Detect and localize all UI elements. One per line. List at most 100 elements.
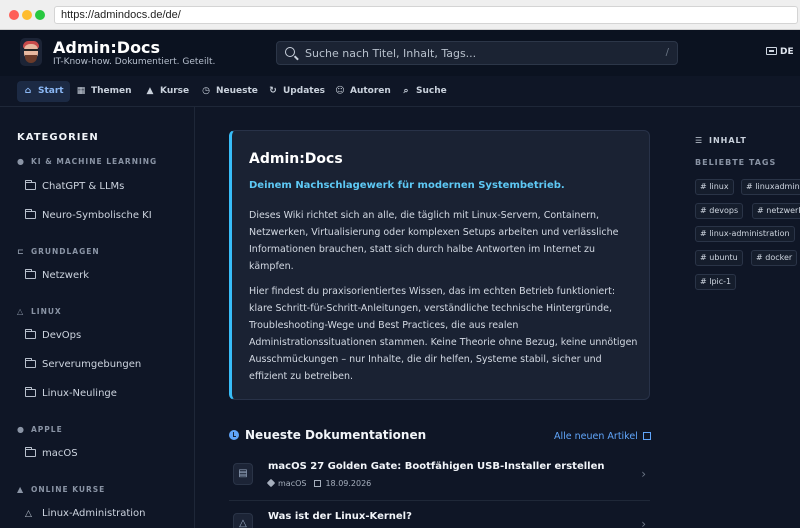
sidebar-item-netzwerk[interactable]: Netzwerk [25, 269, 90, 281]
doc-title[interactable]: macOS 27 Golden Gate: Bootfähigen USB-In… [268, 461, 605, 472]
site-header: Admin:Docs IT-Know-how. Dokumentiert. Ge… [0, 30, 800, 76]
sidebar-item-label: Linux-Neulinge [42, 388, 117, 399]
folder-icon [25, 269, 36, 279]
linux-icon: △ [25, 509, 32, 519]
close-window-button[interactable] [9, 10, 19, 20]
nav-label: Neueste [216, 86, 258, 96]
chevron-right-icon: › [641, 467, 646, 481]
course-icon: ▲ [146, 86, 154, 96]
nav-neueste[interactable]: ◷ Neueste [195, 81, 264, 102]
sidebar-item-label: macOS [42, 448, 78, 459]
category-label: GRUNDLAGEN [31, 247, 100, 256]
language-switcher[interactable]: DE [766, 47, 794, 57]
linux-icon: △ [17, 307, 25, 316]
tag-icon [266, 478, 276, 488]
nav-label: Updates [283, 86, 326, 96]
search-input[interactable]: Suche nach Titel, Inhalt, Tags... / [276, 41, 678, 65]
folder-icon [25, 387, 36, 397]
sidebar-heading: KATEGORIEN [17, 132, 99, 143]
document-icon: ▤ [233, 463, 253, 485]
maximize-window-button[interactable] [35, 10, 45, 20]
intro-lead: Deinem Nachschlagewerk für modernen Syst… [249, 180, 565, 191]
sidebar-item-label: Neuro-Symbolische KI [42, 210, 152, 221]
nav-suche[interactable]: ⌕ Suche [395, 81, 453, 102]
folder-icon [25, 358, 36, 368]
category-label: LINUX [31, 307, 62, 316]
grid-icon: ▦ [76, 86, 86, 96]
sidebar-item-label: Serverumgebungen [42, 359, 142, 370]
brain-icon: ● [17, 157, 25, 166]
doc-tag[interactable]: macOS [278, 479, 306, 488]
apple-icon: ● [17, 425, 25, 434]
folder-icon [25, 180, 36, 190]
search-shortcut-hint: / [665, 47, 669, 58]
network-icon: ⊏ [17, 247, 25, 256]
browser-chrome: https://admindocs.de/de/ [0, 0, 800, 30]
site-subtitle: IT-Know-how. Dokumentiert. Geteilt. [53, 57, 216, 67]
category-apple: ● APPLE [17, 425, 63, 434]
nav-updates[interactable]: ↻ Updates [262, 81, 331, 102]
nav-label: Suche [416, 86, 447, 96]
doc-title[interactable]: Was ist der Linux-Kernel? [268, 511, 412, 522]
tag-chip[interactable]: # devops [695, 203, 744, 219]
logo-icon[interactable] [20, 38, 42, 66]
course-icon: ▲ [17, 485, 25, 494]
category-label: ONLINE KURSE [31, 485, 106, 494]
category-ki: ● KI & MACHINE LEARNING [17, 157, 157, 166]
all-new-articles-label: Alle neuen Artikel [554, 431, 638, 442]
sidebar-item-label: ChatGPT & LLMs [42, 181, 125, 192]
intro-paragraph: Hier findest du praxisorientiertes Wisse… [249, 286, 638, 382]
nav-autoren[interactable]: ☺ Autoren [329, 81, 397, 102]
sidebar-item-neuro-symbolic[interactable]: Neuro-Symbolische KI [25, 209, 152, 221]
nav-label: Themen [91, 86, 132, 96]
tag-chip[interactable]: # lpic-1 [695, 274, 737, 290]
sidebar-item-label: DevOps [42, 330, 82, 341]
search-icon [285, 47, 295, 57]
linux-icon: △ [233, 513, 253, 528]
folder-icon [25, 447, 36, 457]
search-icon: ⌕ [403, 86, 409, 96]
intro-title: Admin:Docs [249, 151, 343, 167]
minimize-window-button[interactable] [22, 10, 32, 20]
nav-start[interactable]: ⌂ Start [17, 81, 70, 102]
main-nav: ⌂ Start ▦ Themen ▲ Kurse ◷ Neueste ↻ Updates … [0, 76, 800, 107]
intro-card: Admin:Docs Deinem Nachschlagewerk für mo… [229, 130, 650, 400]
sidebar-item-chatgpt[interactable]: ChatGPT & LLMs [25, 180, 125, 192]
sidebar-item-linux-administration[interactable]: △ Linux-Administration [25, 508, 146, 519]
intro-paragraph: Dieses Wiki richtet sich an alle, die tä… [249, 210, 619, 272]
chevron-right-icon: › [641, 517, 646, 528]
sidebar-item-serverumgebungen[interactable]: Serverumgebungen [25, 358, 142, 370]
folder-icon [25, 209, 36, 219]
tag-chip[interactable]: # linux [695, 179, 734, 195]
site-title[interactable]: Admin:Docs [53, 38, 160, 57]
refresh-icon: ↻ [269, 86, 277, 96]
doc-row[interactable]: △ Was ist der Linux-Kernel? › [229, 507, 650, 528]
search-placeholder: Suche nach Titel, Inhalt, Tags... [305, 47, 477, 60]
translate-icon [766, 47, 777, 55]
address-bar[interactable]: https://admindocs.de/de/ [54, 6, 798, 24]
category-online-kurse: ▲ ONLINE KURSE [17, 485, 105, 494]
sidebar-item-macos[interactable]: macOS [25, 447, 78, 459]
tag-chip[interactable]: # netzwerk [752, 203, 800, 219]
doc-row[interactable]: ▤ macOS 27 Golden Gate: Bootfähigen USB-… [229, 457, 650, 501]
tag-chip[interactable]: # linux-administration [695, 226, 795, 242]
nav-themen[interactable]: ▦ Themen [70, 81, 138, 102]
folder-icon [25, 329, 36, 339]
latest-heading-label: Neueste Dokumentationen [245, 428, 427, 442]
home-icon: ⌂ [24, 86, 32, 96]
sidebar-item-label: Netzwerk [42, 270, 90, 281]
category-label: KI & MACHINE LEARNING [31, 157, 158, 166]
all-new-articles-link[interactable]: Alle neuen Artikel [554, 431, 651, 442]
tag-chip[interactable]: # docker [751, 250, 798, 266]
sidebar-item-devops[interactable]: DevOps [25, 329, 82, 341]
toc-heading: ☰ INHALT [695, 136, 747, 145]
clock-icon: ◷ [202, 86, 210, 96]
language-label: DE [780, 47, 794, 57]
doc-date: 18.09.2026 [325, 479, 372, 488]
nav-kurse[interactable]: ▲ Kurse [139, 81, 195, 102]
clock-icon [229, 430, 239, 440]
sidebar-item-linux-neulinge[interactable]: Linux-Neulinge [25, 387, 117, 399]
tag-chip[interactable]: # ubuntu [695, 250, 743, 266]
tag-chip[interactable]: # linuxadmin [741, 179, 800, 195]
nav-label: Kurse [160, 86, 190, 96]
